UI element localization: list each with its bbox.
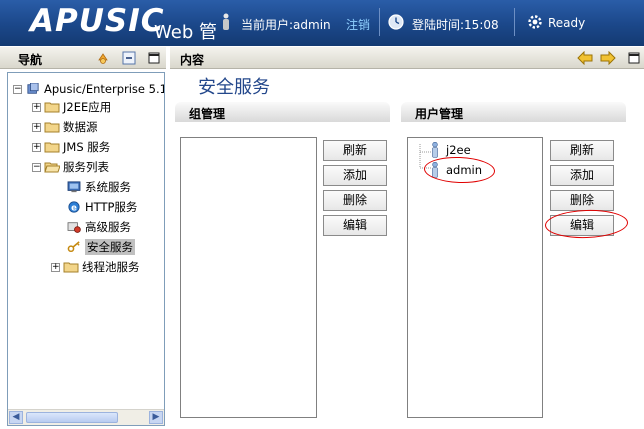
tree-label: J2EE应用 xyxy=(63,100,112,114)
expand-toggle-icon[interactable]: + xyxy=(51,262,60,272)
login-time-label: 登陆时间:15:08 xyxy=(412,18,499,32)
group-refresh-button[interactable]: 刷新 xyxy=(323,140,387,161)
tree-node-j2ee[interactable]: + J2EE应用 xyxy=(32,98,111,116)
collapse-toggle-icon[interactable]: − xyxy=(13,84,22,94)
header-divider xyxy=(379,8,380,36)
folder-icon xyxy=(44,102,60,113)
window-icon[interactable] xyxy=(627,51,641,65)
group-panel-header: 组管理 xyxy=(175,102,390,122)
tree-node-threadpool[interactable]: + 线程池服务 xyxy=(51,258,140,276)
tree-label: JMS 服务 xyxy=(63,140,111,154)
sync-icon[interactable] xyxy=(96,51,110,65)
clock-icon xyxy=(388,14,404,30)
content-title: 内容 xyxy=(180,53,205,67)
header-divider xyxy=(514,8,515,36)
page-title: 安全服务 xyxy=(198,77,270,98)
tree-label: 数据源 xyxy=(63,120,98,134)
gear-icon xyxy=(528,15,542,29)
server-icon xyxy=(27,83,39,94)
folder-icon xyxy=(63,262,79,273)
tree-label-selected: 安全服务 xyxy=(85,239,135,255)
ie-icon: e xyxy=(68,201,80,213)
folder-icon xyxy=(44,122,60,133)
content-panel-header: 内容 xyxy=(170,47,644,69)
user-panel-header: 用户管理 xyxy=(401,102,626,122)
tree-label: 高级服务 xyxy=(85,220,131,234)
user-panel-title: 用户管理 xyxy=(415,107,464,121)
tree-node-jms[interactable]: + JMS 服务 xyxy=(32,138,110,156)
tree-node-service-list[interactable]: − 服务列表 xyxy=(32,158,109,176)
svg-text:e: e xyxy=(71,203,77,213)
key-icon xyxy=(67,241,80,253)
tree-node-security-service[interactable]: 安全服务 xyxy=(66,238,135,256)
group-add-button[interactable]: 添加 xyxy=(323,165,387,186)
horizontal-scrollbar[interactable]: ◀ ▶ xyxy=(8,409,164,425)
current-user-label: 当前用户:admin xyxy=(241,18,331,32)
annotation-circle-edit xyxy=(544,208,629,240)
nav-title: 导航 xyxy=(18,53,43,67)
folder-open-icon xyxy=(44,162,60,173)
group-panel-title: 组管理 xyxy=(189,107,226,121)
expand-toggle-icon[interactable]: + xyxy=(32,102,41,112)
group-edit-button[interactable]: 编辑 xyxy=(323,215,387,236)
tree-node-system-service[interactable]: 系统服务 xyxy=(66,178,131,196)
user-node-j2ee[interactable]: j2ee xyxy=(430,142,471,158)
tree-label: 服务列表 xyxy=(63,160,109,174)
forward-arrow-icon[interactable] xyxy=(600,51,616,65)
tree-label: 系统服务 xyxy=(85,180,131,194)
tree-label: HTTP服务 xyxy=(85,200,138,214)
tree-node-advanced-service[interactable]: 高级服务 xyxy=(66,218,131,236)
advanced-service-icon xyxy=(67,222,81,233)
tree-label: Apusic/Enterprise 5.1 SP xyxy=(44,82,164,96)
expand-toggle-icon[interactable]: + xyxy=(32,122,41,132)
expand-toggle-icon[interactable]: + xyxy=(32,142,41,152)
scroll-left-icon[interactable]: ◀ xyxy=(9,411,23,424)
system-service-icon xyxy=(67,181,81,193)
collapse-icon[interactable] xyxy=(122,51,136,65)
scroll-right-icon[interactable]: ▶ xyxy=(149,411,163,424)
collapse-toggle-icon[interactable]: − xyxy=(32,162,41,172)
user-icon xyxy=(432,142,438,158)
folder-icon xyxy=(44,142,60,153)
user-refresh-button[interactable]: 刷新 xyxy=(550,140,614,161)
window-icon[interactable] xyxy=(147,51,161,65)
group-list[interactable] xyxy=(180,137,317,418)
tree-node-root[interactable]: − Apusic/Enterprise 5.1 SP xyxy=(13,80,164,98)
user-add-button[interactable]: 添加 xyxy=(550,165,614,186)
app-header: APUSIC Web 管 当前用户:admin 注销 登陆时间:15:08 Re… xyxy=(0,0,644,46)
user-icon xyxy=(223,13,229,30)
group-delete-button[interactable]: 删除 xyxy=(323,190,387,211)
logout-link[interactable]: 注销 xyxy=(346,16,370,33)
scroll-thumb[interactable] xyxy=(26,412,118,423)
product-name: Web 管 xyxy=(154,22,217,43)
nav-tree: − Apusic/Enterprise 5.1 SP + J2EE应用 + 数据… xyxy=(7,72,165,426)
tree-label: 线程池服务 xyxy=(82,260,140,274)
status-text: Ready xyxy=(548,16,586,30)
tree-node-http-service[interactable]: e HTTP服务 xyxy=(66,198,137,216)
tree-node-datasource[interactable]: + 数据源 xyxy=(32,118,98,136)
user-label: j2ee xyxy=(446,143,471,157)
back-arrow-icon[interactable] xyxy=(577,51,593,65)
user-delete-button[interactable]: 删除 xyxy=(550,190,614,211)
apusic-logo: APUSIC xyxy=(30,3,165,39)
nav-panel-header: 导航 xyxy=(0,47,166,69)
